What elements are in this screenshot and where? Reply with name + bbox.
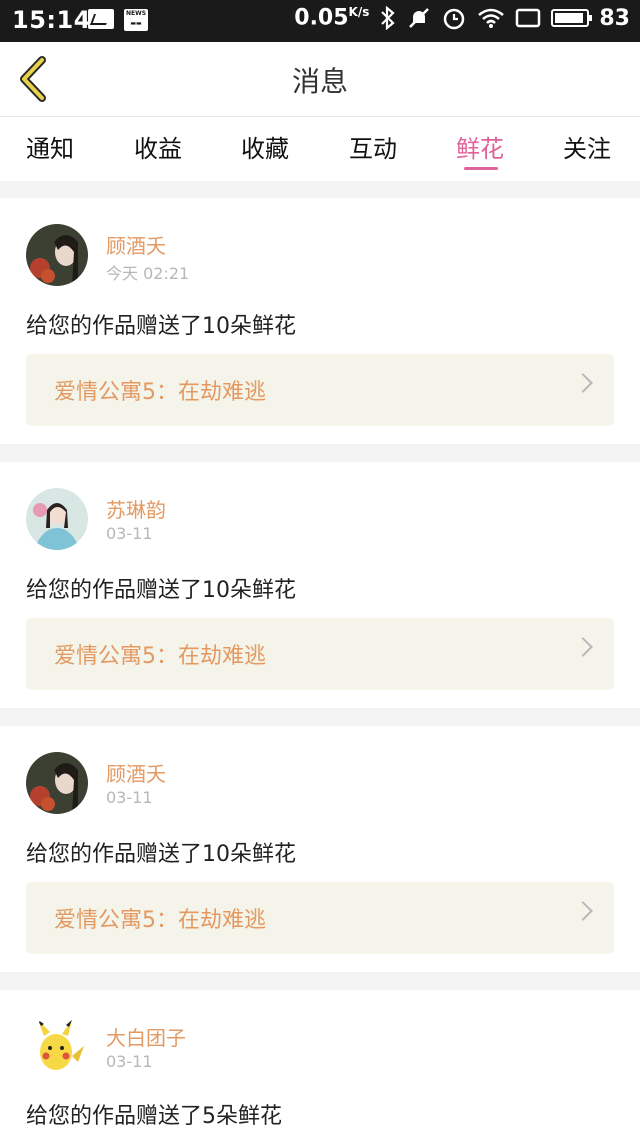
message-text: 给您的作品赠送了5朵鲜花 [26,1104,282,1129]
active-tab-indicator [464,167,498,170]
tab-earnings[interactable]: 收益 [134,129,182,164]
message-text: 给您的作品赠送了10朵鲜花 [26,842,296,867]
timestamp: 03-11 [106,524,153,543]
avatar[interactable] [26,224,88,286]
alarm-icon [444,8,465,30]
message-text: 给您的作品赠送了10朵鲜花 [26,578,296,603]
user-name[interactable]: 顾酒夭 [106,230,166,259]
news-icon: NEWS ▬▬ [124,9,148,31]
avatar[interactable] [26,752,88,814]
chevron-right-icon [573,901,593,921]
battery-icon [551,9,593,27]
header: 消息 [0,42,640,117]
tab-interactions[interactable]: 互动 [349,129,397,164]
work-title: 爱情公寓5：在劫难逃 [54,644,266,669]
work-link[interactable]: 爱情公寓5：在劫难逃 [26,618,614,690]
bluetooth-icon [381,6,396,30]
message-text: 给您的作品赠送了10朵鲜花 [26,314,296,339]
tab-flowers[interactable]: 鲜花 [456,129,504,164]
avatar[interactable] [26,1016,88,1078]
image-icon [88,9,114,29]
list-item: 顾酒夭 今天 02:21 给您的作品赠送了10朵鲜花 爱情公寓5：在劫难逃 [0,198,640,444]
list-item: 大白团子 03-11 给您的作品赠送了5朵鲜花 [0,990,640,1138]
user-name[interactable]: 苏琳韵 [106,494,166,523]
timestamp: 今天 02:21 [106,264,190,283]
timestamp: 03-11 [106,1052,153,1071]
wifi-icon [478,8,505,28]
tab-follows[interactable]: 关注 [563,129,611,164]
user-name[interactable]: 顾酒夭 [106,758,166,787]
chevron-right-icon [573,637,593,657]
work-link[interactable]: 爱情公寓5：在劫难逃 [26,882,614,954]
work-link[interactable]: 爱情公寓5：在劫难逃 [26,354,614,426]
tab-bar: 通知 收益 收藏 互动 鲜花 关注 [0,117,640,181]
mute-icon [409,8,430,28]
list-item: 苏琳韵 03-11 给您的作品赠送了10朵鲜花 爱情公寓5：在劫难逃 [0,462,640,708]
work-title: 爱情公寓5：在劫难逃 [54,380,266,405]
battery-level: 83 [599,5,630,31]
network-speed: 0.05K/s [294,5,370,31]
avatar[interactable] [26,488,88,550]
status-bar: 15:14 NEWS ▬▬ 0.05K/s 83 [0,0,640,42]
tab-notifications[interactable]: 通知 [26,129,74,164]
screen-icon [516,8,541,28]
user-name[interactable]: 大白团子 [106,1022,186,1051]
list-item: 顾酒夭 03-11 给您的作品赠送了10朵鲜花 爱情公寓5：在劫难逃 [0,726,640,972]
status-right: 0.05K/s 83 [294,5,630,31]
timestamp: 03-11 [106,788,153,807]
status-time: 15:14 [12,6,91,34]
work-title: 爱情公寓5：在劫难逃 [54,908,266,933]
tab-favorites[interactable]: 收藏 [241,129,289,164]
page-title: 消息 [291,65,348,98]
chevron-right-icon [573,373,593,393]
